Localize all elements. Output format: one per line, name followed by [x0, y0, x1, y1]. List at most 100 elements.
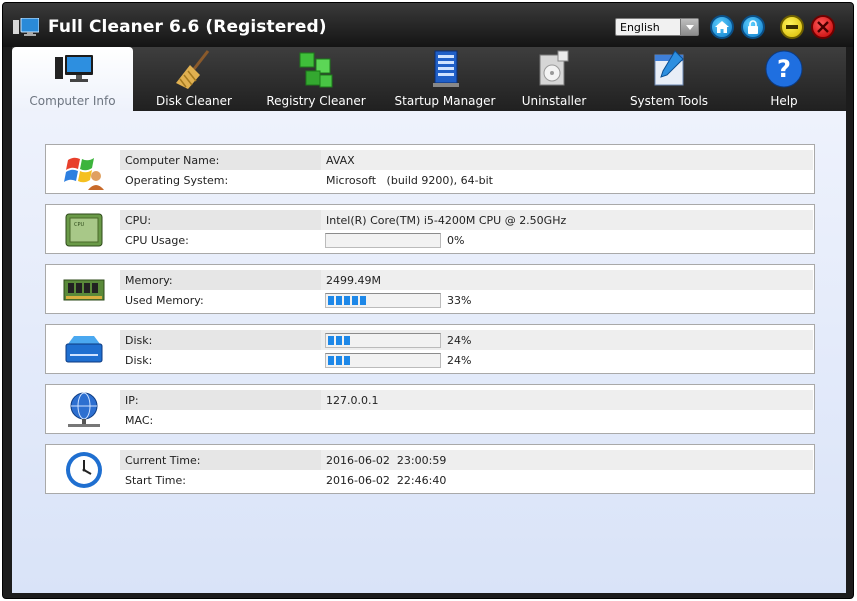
minimize-button[interactable]	[780, 15, 804, 39]
info-row: Disk: 24%	[120, 330, 813, 350]
disk-usage-bar	[325, 353, 441, 368]
info-row: IP: 127.0.0.1	[120, 390, 813, 410]
info-row: Disk: 24%	[120, 350, 813, 370]
memory-panel: Memory: 2499.49M Used Memory: 33%	[45, 264, 815, 314]
used-memory-bar	[325, 293, 441, 308]
used-memory-percent: 33%	[447, 294, 472, 307]
memory-value: 2499.49M	[326, 274, 381, 287]
progress-segment	[336, 296, 342, 305]
ip-label: IP:	[125, 394, 139, 407]
svg-text:CPU: CPU	[74, 222, 85, 228]
lock-button[interactable]	[741, 15, 765, 39]
lock-icon	[748, 20, 758, 34]
progress-segment	[352, 296, 358, 305]
info-row: MAC:	[120, 410, 813, 430]
startup-list-icon	[433, 50, 459, 87]
main-window: Full Cleaner 6.6 (Registered) English Co…	[2, 2, 854, 599]
registry-cubes-icon	[299, 52, 333, 88]
os-value: Microsoft (build 9200), 64-bit	[326, 174, 493, 187]
language-select[interactable]: English	[615, 18, 699, 36]
tab-label: System Tools	[629, 94, 709, 108]
progress-segment	[336, 336, 342, 345]
language-selected: English	[620, 21, 660, 34]
tab-label: Computer Info	[29, 94, 116, 108]
tab-label: Help	[770, 94, 798, 108]
progress-segment	[344, 336, 350, 345]
current-time-value: 2016-06-02 23:00:59	[326, 454, 447, 467]
system-tools-icon	[654, 50, 684, 86]
disk-label: Disk:	[125, 334, 153, 347]
chevron-down-icon[interactable]	[680, 19, 698, 35]
title-bar: Full Cleaner 6.6 (Registered) English	[3, 3, 853, 47]
disk-usage-percent: 24%	[447, 354, 472, 367]
tab-label: Registry Cleaner	[266, 94, 366, 108]
time-panel: Current Time: 2016-06-02 23:00:59 Start …	[45, 444, 815, 494]
tab-registry-cleaner[interactable]: Registry Cleaner	[256, 47, 376, 111]
help-icon: ?	[765, 50, 803, 88]
memory-module-icon	[63, 279, 105, 301]
info-row: Used Memory: 33%	[120, 290, 813, 310]
disk-panel: Disk: 24% Disk: 24%	[45, 324, 815, 374]
progress-segment	[360, 296, 366, 305]
tab-system-tools[interactable]: System Tools	[614, 47, 724, 111]
os-label: Operating System:	[125, 174, 229, 187]
tab-help[interactable]: ? Help	[749, 47, 819, 111]
info-row: CPU Usage: 0%	[120, 230, 813, 250]
cpu-usage-label: CPU Usage:	[125, 234, 189, 247]
progress-segment	[344, 356, 350, 365]
ip-value: 127.0.0.1	[326, 394, 379, 407]
cpu-usage-bar	[325, 233, 441, 248]
home-icon	[715, 21, 729, 33]
cpu-chip-icon: CPU	[65, 213, 103, 247]
broom-icon	[176, 50, 210, 89]
disk-usage-percent: 24%	[447, 334, 472, 347]
tab-computer-info[interactable]: Computer Info	[12, 47, 133, 111]
disk-usage-bar	[325, 333, 441, 348]
tab-label: Startup Manager	[394, 94, 496, 108]
uninstaller-box-icon	[539, 50, 569, 86]
svg-text:?: ?	[777, 55, 791, 83]
hard-drive-icon	[65, 336, 103, 363]
info-row: CPU: Intel(R) Core(TM) i5-4200M CPU @ 2.…	[120, 210, 813, 230]
progress-segment	[328, 356, 334, 365]
used-memory-label: Used Memory:	[125, 294, 204, 307]
cpu-value: Intel(R) Core(TM) i5-4200M CPU @ 2.50GHz	[326, 214, 567, 227]
tab-label: Disk Cleaner	[156, 94, 232, 108]
cpu-usage-percent: 0%	[447, 234, 465, 247]
info-row: Start Time: 2016-06-02 22:46:40	[120, 470, 813, 490]
system-panel: Computer Name: AVAX Operating System: Mi…	[45, 144, 815, 194]
computer-name-value: AVAX	[326, 154, 355, 167]
network-panel: IP: 127.0.0.1 MAC:	[45, 384, 815, 434]
tab-uninstaller[interactable]: Uninstaller	[509, 47, 599, 111]
progress-segment	[328, 336, 334, 345]
info-row: Current Time: 2016-06-02 23:00:59	[120, 450, 813, 470]
minus-icon	[786, 25, 798, 29]
progress-segment	[328, 296, 334, 305]
progress-segment	[344, 296, 350, 305]
computer-icon	[54, 55, 93, 82]
clock-icon	[66, 452, 102, 488]
cpu-panel: CPU CPU: Intel(R) Core(TM) i5-4200M CPU …	[45, 204, 815, 254]
main-toolbar: Computer Info Disk Cleaner Registry Clea…	[12, 47, 846, 111]
home-button[interactable]	[710, 15, 734, 39]
start-time-label: Start Time:	[125, 474, 186, 487]
tab-label: Uninstaller	[521, 94, 587, 108]
close-button[interactable]	[811, 15, 835, 39]
memory-label: Memory:	[125, 274, 173, 287]
disk-label: Disk:	[125, 354, 153, 367]
mac-label: MAC:	[125, 414, 154, 427]
close-icon	[817, 21, 829, 33]
content-area: Computer Name: AVAX Operating System: Mi…	[12, 111, 846, 593]
computer-name-label: Computer Name:	[125, 154, 220, 167]
network-globe-icon	[68, 392, 100, 427]
tab-startup-manager[interactable]: Startup Manager	[380, 47, 510, 111]
progress-segment	[336, 356, 342, 365]
info-row: Memory: 2499.49M	[120, 270, 813, 290]
info-row: Computer Name: AVAX	[120, 150, 813, 170]
tab-disk-cleaner[interactable]: Disk Cleaner	[139, 47, 249, 111]
start-time-value: 2016-06-02 22:46:40	[326, 474, 447, 487]
windows-users-icon	[64, 157, 104, 190]
window-title: Full Cleaner 6.6 (Registered)	[48, 17, 327, 37]
info-row: Operating System: Microsoft (build 9200)…	[120, 170, 813, 190]
cpu-label: CPU:	[125, 214, 152, 227]
